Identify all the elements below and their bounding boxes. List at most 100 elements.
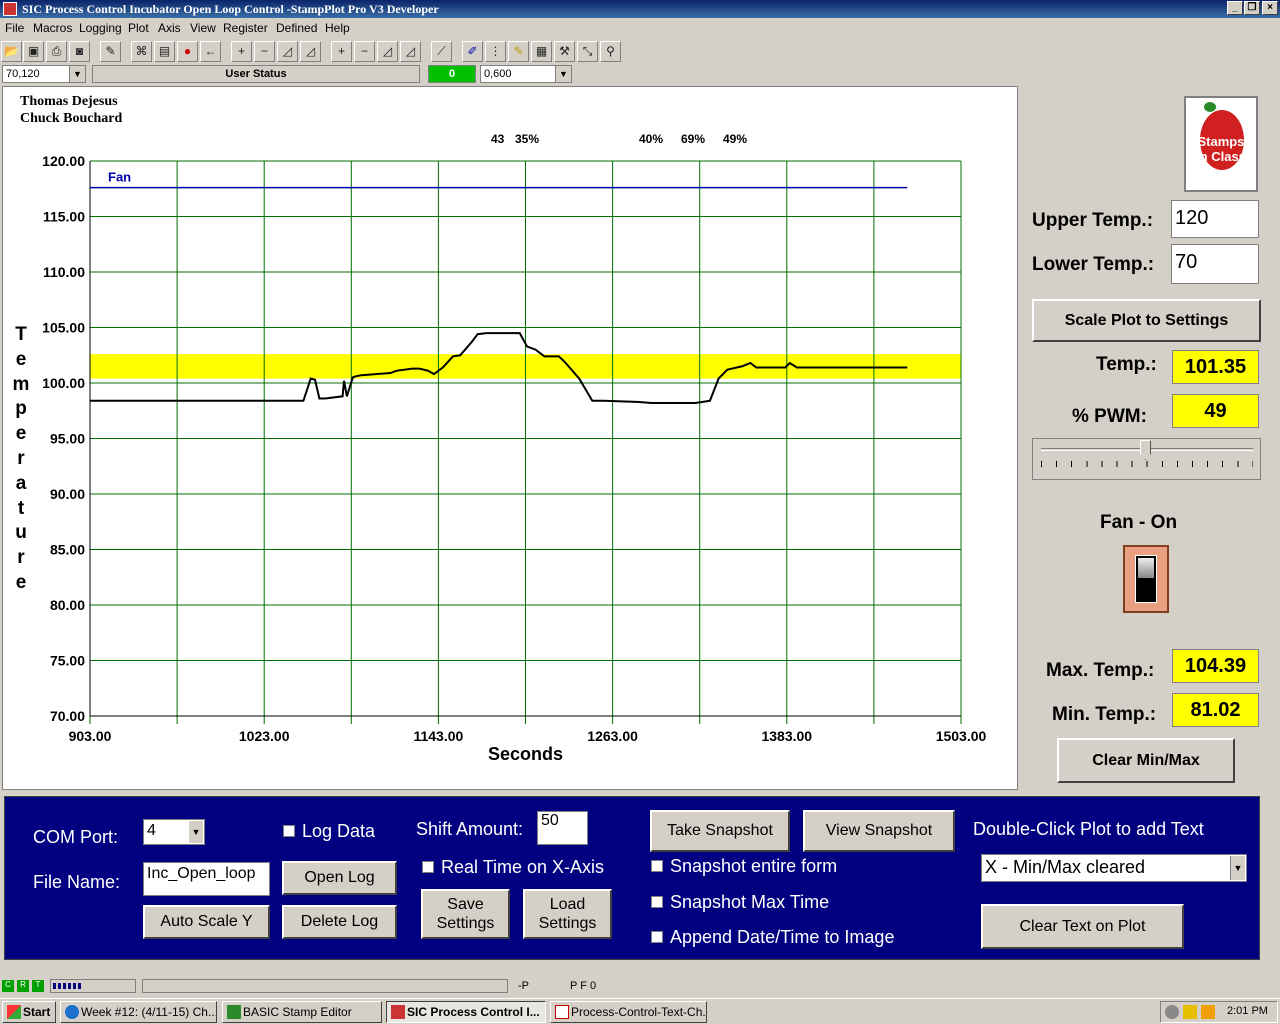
com-port-select[interactable]: 4 ▼ — [143, 819, 205, 845]
range-combo[interactable]: 0,600 ▼ — [480, 65, 572, 83]
stop-icon[interactable]: ● — [177, 41, 198, 62]
coords-value: 70,120 — [6, 68, 40, 80]
minimize-button[interactable]: _ — [1227, 1, 1243, 15]
temperature-chart[interactable]: 120.00 115.00 110.00 105.00 100.00 95.00 90.00… — [3, 87, 1017, 789]
plot-area[interactable]: Thomas Dejesus Chuck Bouchard 43 35% 40%… — [2, 86, 1018, 790]
clear-minmax-button[interactable]: Clear Min/Max — [1057, 738, 1235, 783]
scale-plot-button[interactable]: Scale Plot to Settings — [1032, 299, 1261, 342]
print-icon[interactable]: ⎙ — [46, 41, 67, 62]
menu-file[interactable]: File — [5, 21, 24, 35]
scale-y-icon[interactable]: ◿ — [377, 41, 398, 62]
range-value: 0,600 — [484, 68, 512, 80]
take-snapshot-button[interactable]: Take Snapshot — [650, 810, 790, 852]
slider-thumb[interactable] — [1139, 440, 1151, 460]
upper-temp-input[interactable]: 120 — [1171, 200, 1259, 238]
right-panel: Stamps in Class Upper Temp.: 120 Lower T… — [1020, 86, 1280, 790]
chevron-down-icon[interactable]: ▼ — [189, 821, 203, 843]
snapshot-entire-checkbox[interactable] — [651, 860, 663, 872]
open-log-button[interactable]: Open Log — [282, 861, 397, 895]
zoom-out-x-icon[interactable]: − — [254, 41, 275, 62]
delete-log-button[interactable]: Delete Log — [282, 905, 397, 939]
tray-speaker-icon[interactable] — [1165, 1005, 1179, 1019]
counter-indicator: 0 — [428, 65, 476, 83]
real-time-label: Real Time on X-Axis — [441, 857, 605, 877]
snapshot-max-checkbox[interactable] — [651, 896, 663, 908]
chevron-down-icon[interactable]: ▼ — [555, 66, 571, 82]
fan-switch[interactable] — [1123, 545, 1169, 613]
save-settings-button[interactable]: Save Settings — [421, 889, 510, 939]
tray-update-icon[interactable] — [1201, 1005, 1215, 1019]
load-settings-button[interactable]: Load Settings — [523, 889, 612, 939]
log-data-checkbox[interactable] — [283, 825, 295, 837]
y-tick-label: 115.00 — [43, 209, 85, 225]
tool-icon[interactable]: ⚒ — [554, 41, 575, 62]
pen-icon[interactable]: ✐ — [462, 41, 483, 62]
scale-y2-icon[interactable]: ◿ — [400, 41, 421, 62]
edit-icon[interactable]: ✎ — [100, 41, 121, 62]
menu-logging[interactable]: Logging — [79, 21, 122, 35]
zoom-in-y-icon[interactable]: + — [331, 41, 352, 62]
leaf-icon — [1204, 102, 1216, 112]
open-icon[interactable]: 📂 — [1, 41, 22, 62]
log-data-label: Log Data — [302, 821, 376, 841]
close-button[interactable]: × — [1262, 1, 1278, 15]
chevron-down-icon[interactable]: ▼ — [69, 66, 85, 82]
lower-temp-label: Lower Temp.: — [1032, 254, 1155, 275]
clear-text-button[interactable]: Clear Text on Plot — [981, 904, 1184, 949]
resize-icon[interactable]: ⤡ — [577, 41, 598, 62]
arrow-left-icon[interactable]: ← — [200, 41, 221, 62]
menu-view[interactable]: View — [190, 21, 216, 35]
y-tick-label: 105.00 — [42, 320, 85, 336]
menu-plot[interactable]: Plot — [128, 21, 149, 35]
chevron-down-icon[interactable]: ▼ — [1230, 856, 1245, 880]
snapshot-entire-label: Snapshot entire form — [670, 856, 838, 876]
taskbar-item-stamp-editor[interactable]: BASIC Stamp Editor — [222, 1001, 382, 1023]
append-date-checkbox[interactable] — [651, 931, 663, 943]
logo-text: Stamps in Class — [1188, 134, 1254, 164]
pwm-slider[interactable] — [1032, 438, 1261, 480]
plot-text-select[interactable]: X - Min/Max cleared ▼ — [981, 854, 1247, 882]
start-button[interactable]: Start — [2, 1001, 56, 1023]
view-snapshot-button[interactable]: View Snapshot — [803, 810, 955, 852]
tray-security-icon[interactable] — [1183, 1005, 1197, 1019]
menu-axis[interactable]: Axis — [158, 21, 181, 35]
magnify-icon[interactable]: ⚲ — [600, 41, 621, 62]
coords-combo[interactable]: 70,120 ▼ — [2, 65, 86, 83]
y-tick-label: 120.00 — [42, 153, 85, 169]
taskbar-item-stampplot[interactable]: SIC Process Control I... — [386, 1001, 546, 1023]
real-time-checkbox[interactable] — [422, 861, 434, 873]
save-icon[interactable]: ▣ — [23, 41, 44, 62]
taskbar-item-browser[interactable]: Week #12: (4/11-15) Ch... — [60, 1001, 217, 1023]
pdf-icon — [555, 1005, 569, 1019]
menu-macros[interactable]: Macros — [33, 21, 72, 35]
auto-scale-y-button[interactable]: Auto Scale Y — [143, 905, 270, 939]
p-indicator: -P — [518, 980, 529, 992]
scale-x-icon[interactable]: ◿ — [277, 41, 298, 62]
shift-amount-input[interactable]: 50 — [537, 811, 588, 845]
menu-register[interactable]: Register — [223, 21, 268, 35]
chart-icon[interactable]: ⟋ — [431, 41, 452, 62]
restore-button[interactable]: ❐ — [1244, 1, 1260, 15]
max-temp-label: Max. Temp.: — [1046, 660, 1155, 681]
zoom-out-y-icon[interactable]: − — [354, 41, 375, 62]
max-temp-value: 104.39 — [1172, 649, 1259, 683]
start-label: Start — [23, 1005, 51, 1019]
x-tick-label: 1383.00 — [761, 728, 812, 744]
grid-icon[interactable]: ⋮ — [485, 41, 506, 62]
x-tick-label: 1503.00 — [936, 728, 987, 744]
menu-help[interactable]: Help — [325, 21, 350, 35]
camera-icon[interactable]: ◙ — [69, 41, 90, 62]
menu-defined[interactable]: Defined — [276, 21, 317, 35]
highlight-icon[interactable]: ✎ — [508, 41, 529, 62]
lower-temp-input[interactable]: 70 — [1171, 244, 1259, 284]
calculator-icon[interactable]: ▦ — [531, 41, 552, 62]
status-t-icon: T — [32, 980, 44, 992]
x-tick-label: 1023.00 — [239, 728, 290, 744]
file-name-input[interactable]: Inc_Open_loop — [143, 862, 270, 896]
connect-icon[interactable]: ⌘ — [131, 41, 152, 62]
zoom-in-x-icon[interactable]: + — [231, 41, 252, 62]
monitor-icon[interactable]: ▤ — [154, 41, 175, 62]
append-date-label: Append Date/Time to Image — [670, 927, 895, 947]
scale-x2-icon[interactable]: ◿ — [300, 41, 321, 62]
taskbar-item-pdf[interactable]: Process-Control-Text-Ch... — [550, 1001, 707, 1023]
